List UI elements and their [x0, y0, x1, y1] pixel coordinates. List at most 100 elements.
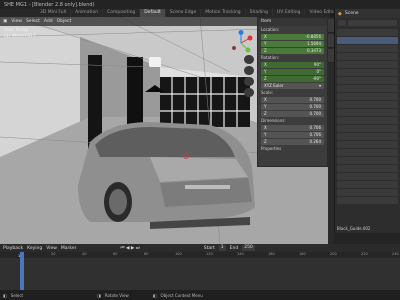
current-frame: 1	[18, 254, 21, 258]
tab-animation[interactable]: Animation	[71, 9, 104, 17]
tab-default[interactable]: Default	[140, 9, 166, 17]
field-value: 0.700	[309, 111, 321, 116]
rotation-mode-select[interactable]: XYZ Euler ▾	[261, 83, 324, 89]
location-label: Location:	[261, 27, 280, 32]
location-x-field[interactable]: X -0.8856	[261, 34, 324, 40]
ruler-tick: 100	[175, 252, 182, 256]
transform-panel: Item Location: X -0.8856 Y 1.5694 Z 0.3473 Ro…	[257, 17, 328, 167]
scale-z-field[interactable]: Z 0.700	[261, 111, 324, 117]
axis-label: Z	[264, 48, 267, 53]
axis-label: Z	[264, 111, 267, 116]
outliner-row[interactable]	[337, 101, 398, 108]
title-bar: SHE MG1 - [Blender 2.8 only].blend)	[0, 0, 400, 9]
location-z-field[interactable]: Z 0.3473	[261, 48, 324, 54]
ruler-tick: 20	[51, 252, 56, 256]
mouse-left-icon: ◧	[3, 292, 7, 298]
axis-label: X	[264, 62, 267, 67]
outliner-row[interactable]	[337, 181, 398, 188]
tab-compositing[interactable]: Compositing	[103, 9, 141, 17]
field-value: -90°	[312, 76, 321, 81]
timeline-ruler[interactable]: 020406080100120140160180200220240	[0, 252, 400, 258]
outliner-row[interactable]	[337, 197, 398, 204]
rotation-x-field[interactable]: X 90°	[261, 62, 324, 68]
axis-label: Y	[264, 132, 267, 137]
tab-scene-edge[interactable]: Scene Edge	[166, 9, 202, 17]
outliner-row[interactable]	[337, 109, 398, 116]
axis-label: X	[264, 97, 267, 102]
ruler-tick: 200	[330, 252, 337, 256]
menu-view[interactable]: View	[11, 19, 22, 24]
menu-select[interactable]: Select	[26, 19, 40, 24]
zoom-icon[interactable]	[244, 55, 254, 64]
end-frame-field[interactable]: 250	[242, 245, 255, 251]
outliner-row[interactable]	[337, 149, 398, 156]
end-label: End	[229, 245, 239, 251]
outliner-row[interactable]	[337, 125, 398, 132]
rotation-y-field[interactable]: Y 0°	[261, 69, 324, 75]
tab-motion-tracking[interactable]: Motion Tracking	[201, 9, 246, 17]
scale-x-field[interactable]: X 0.700	[261, 97, 324, 103]
outliner-title: Scene	[344, 11, 359, 16]
outliner-row[interactable]	[337, 77, 398, 84]
outliner-row[interactable]	[337, 53, 398, 60]
outliner-row[interactable]	[337, 117, 398, 124]
playback-controls[interactable]: ⏮ ◀ ▶ ⏭	[120, 245, 139, 251]
status-context: Object Context Menu	[160, 292, 203, 298]
outliner-row[interactable]	[337, 69, 398, 76]
dimensions-z-field[interactable]: Z 0.264	[261, 139, 324, 145]
rotation-z-field[interactable]: Z -90°	[261, 76, 324, 82]
timeline-menu-view[interactable]: View	[46, 246, 57, 251]
camera-icon[interactable]	[244, 77, 254, 86]
navigation-gizmo[interactable]	[228, 30, 254, 56]
outliner-row[interactable]	[337, 85, 398, 92]
ruler-tick: 140	[237, 252, 244, 256]
outliner-row[interactable]	[337, 61, 398, 68]
outliner-row[interactable]	[337, 45, 398, 52]
outliner-row[interactable]	[337, 37, 398, 44]
outliner-row[interactable]	[337, 173, 398, 180]
viewport-nav-buttons	[244, 55, 254, 97]
transform-panel-title: Item	[258, 18, 327, 26]
menu-object[interactable]: Object	[57, 19, 72, 24]
ruler-tick: 180	[299, 252, 306, 256]
start-label: Start	[203, 245, 215, 251]
status-bar: ◧ Select ◨ Rotate View ◧ Object Context …	[0, 290, 400, 300]
dimensions-y-field[interactable]: Y 0.706	[261, 132, 324, 138]
outliner-filter-icon[interactable]	[338, 20, 346, 26]
outliner-row[interactable]	[337, 93, 398, 100]
timeline-menu-playback[interactable]: Playback	[3, 246, 23, 251]
outliner-row[interactable]	[337, 189, 398, 196]
outliner-row[interactable]	[337, 165, 398, 172]
blender-window: SHE MG1 - [Blender 2.8 only].blend) 3D M…	[0, 0, 400, 300]
tab-shading[interactable]: Shading	[246, 9, 273, 17]
view-mode-label: User Persp	[4, 28, 29, 33]
field-value: 1.5694	[307, 41, 321, 46]
timeline-menu-keying[interactable]: Keying	[27, 246, 42, 251]
tab-3d-mini-full[interactable]: 3D Mini Full	[36, 9, 72, 17]
scale-y-field[interactable]: Y 0.700	[261, 104, 324, 110]
outliner-row[interactable]	[337, 133, 398, 140]
timeline-menu-marker[interactable]: Marker	[61, 246, 77, 251]
pan-icon[interactable]	[244, 66, 254, 75]
field-value: -0.8856	[305, 34, 321, 39]
dimensions-x-field[interactable]: X 0.706	[261, 125, 324, 131]
dimensions-label: Dimensions:	[261, 118, 286, 123]
menu-add[interactable]: Add	[44, 19, 53, 24]
scale-label: Scale:	[261, 90, 274, 95]
field-value: 0.3473	[307, 48, 321, 53]
window-title: SHE MG1 - [Blender 2.8 only].blend)	[4, 1, 95, 8]
mode-select-icon[interactable]: ▣	[3, 19, 7, 24]
location-y-field[interactable]: Y 1.5694	[261, 41, 324, 47]
grid-icon[interactable]	[244, 88, 254, 97]
outliner: ◆ Scene	[334, 9, 400, 244]
tab-uv-editing[interactable]: UV Editing	[273, 9, 306, 17]
outliner-row[interactable]	[337, 157, 398, 164]
playhead[interactable]	[20, 252, 24, 290]
start-frame-field[interactable]: 1	[218, 245, 226, 251]
outliner-row[interactable]	[337, 141, 398, 148]
properties-label[interactable]: Properties	[261, 146, 324, 152]
axis-label: X	[264, 34, 267, 39]
outliner-row[interactable]	[337, 29, 398, 36]
field-value: 0.700	[309, 97, 321, 102]
outliner-search-input[interactable]	[348, 20, 397, 26]
